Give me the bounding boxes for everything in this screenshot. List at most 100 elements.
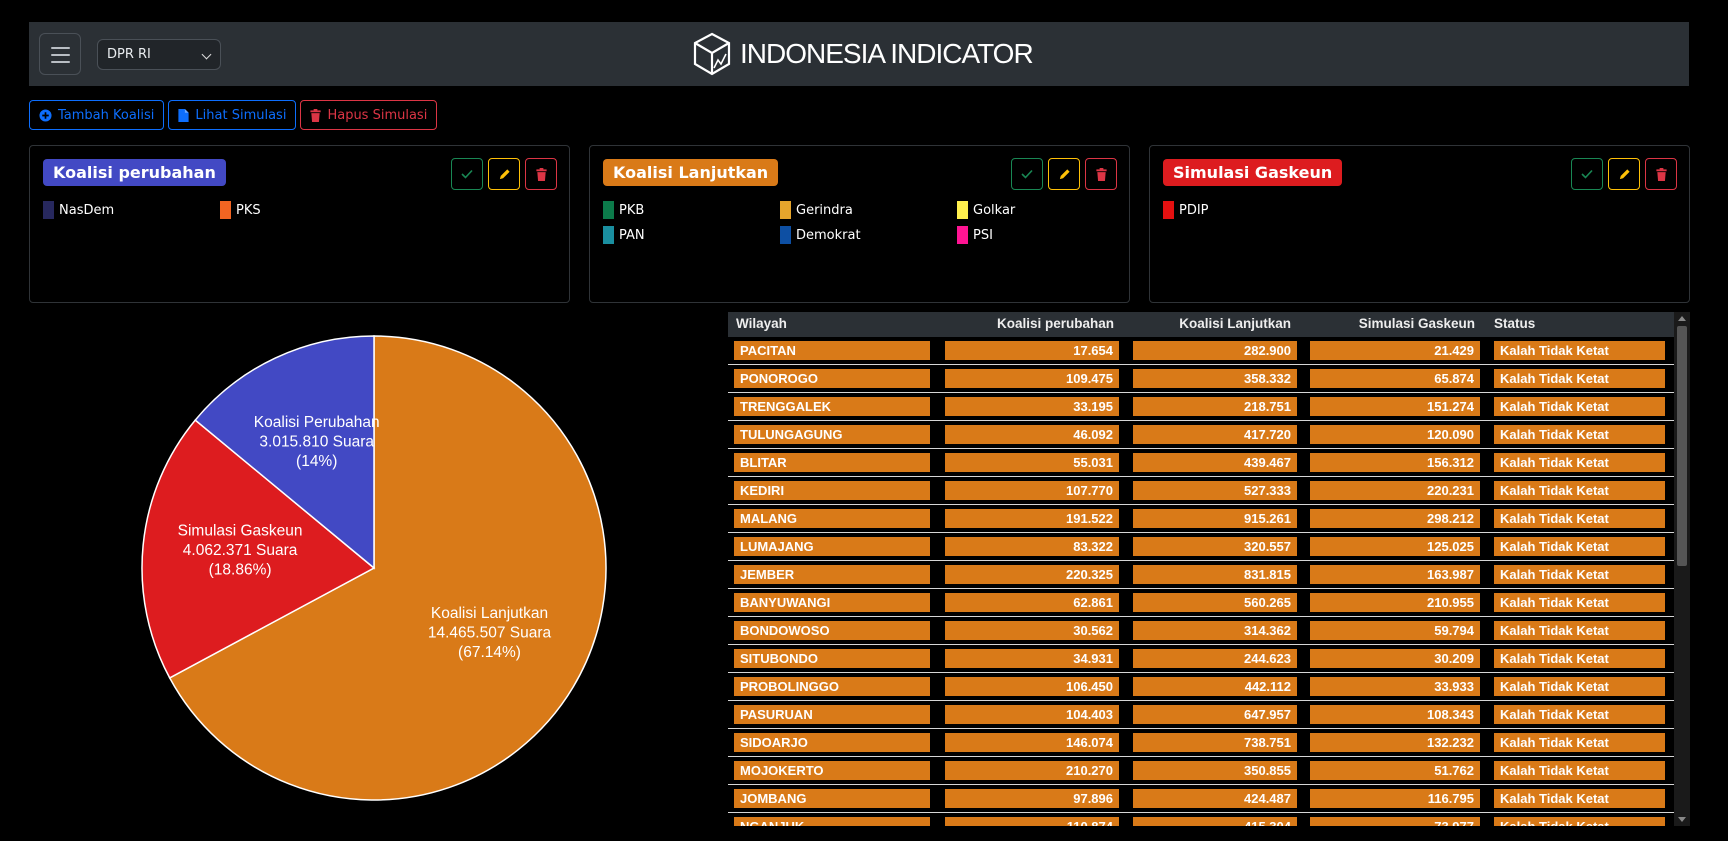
perubahan-votes-cell: 34.931 bbox=[945, 649, 1119, 668]
add-coalition-button[interactable]: Tambah Koalisi bbox=[29, 100, 165, 130]
gaskeun-votes-cell: 132.232 bbox=[1310, 733, 1480, 752]
perubahan-votes-cell: 104.403 bbox=[945, 705, 1119, 724]
party-item: Golkar bbox=[957, 201, 1015, 219]
perubahan-votes-cell: 220.325 bbox=[945, 565, 1119, 584]
party-color-swatch bbox=[43, 201, 54, 219]
lanjutkan-votes-cell: 738.751 bbox=[1133, 733, 1297, 752]
party-item: PKS bbox=[220, 201, 261, 219]
delete-button[interactable] bbox=[1085, 158, 1117, 190]
table-row[interactable]: BONDOWOSO 30.562 314.362 59.794 Kalah Tidak … bbox=[728, 617, 1674, 645]
table-row[interactable]: TULUNGAGUNG 46.092 417.720 120.090 Kalah Tid… bbox=[728, 421, 1674, 449]
confirm-button[interactable] bbox=[1011, 158, 1043, 190]
perubahan-votes-cell: 191.522 bbox=[945, 509, 1119, 528]
status-cell: Kalah Tidak Ketat bbox=[1494, 565, 1665, 584]
delete-button[interactable] bbox=[1645, 158, 1677, 190]
party-name: PKB bbox=[619, 202, 645, 218]
lanjutkan-votes-cell: 915.261 bbox=[1133, 509, 1297, 528]
chamber-select[interactable]: DPR RI bbox=[97, 39, 221, 70]
party-color-swatch bbox=[603, 201, 614, 219]
region-cell: PROBOLINGGO bbox=[734, 677, 930, 696]
pie-label-line: 3.015.810 Suara bbox=[259, 434, 374, 451]
party-color-swatch bbox=[957, 226, 968, 244]
perubahan-votes-cell: 62.861 bbox=[945, 593, 1119, 612]
pie-label-line: Simulasi Gaskeun bbox=[178, 523, 303, 540]
table-row[interactable]: LUMAJANG 83.322 320.557 125.025 Kalah Tidak … bbox=[728, 533, 1674, 561]
table-row[interactable]: BLITAR 55.031 439.467 156.312 Kalah Tidak Ke… bbox=[728, 449, 1674, 477]
table-row[interactable]: SITUBONDO 34.931 244.623 30.209 Kalah Tidak … bbox=[728, 645, 1674, 673]
table-row[interactable]: MALANG 191.522 915.261 298.212 Kalah Tidak K… bbox=[728, 505, 1674, 533]
gaskeun-votes-cell: 120.090 bbox=[1310, 425, 1480, 444]
status-cell: Kalah Tidak Ketat bbox=[1494, 817, 1665, 826]
file-icon bbox=[178, 108, 190, 122]
scroll-down-arrow-icon[interactable] bbox=[1678, 817, 1686, 822]
party-color-swatch bbox=[603, 226, 614, 244]
party-item: Gerindra bbox=[780, 201, 853, 219]
pie-label-line: 14.465.507 Suara bbox=[428, 625, 552, 642]
chamber-select-value: DPR RI bbox=[107, 47, 151, 62]
edit-button[interactable] bbox=[1608, 158, 1640, 190]
delete-simulation-label: Hapus Simulasi bbox=[327, 107, 428, 123]
edit-button[interactable] bbox=[488, 158, 520, 190]
table-scrollbar[interactable] bbox=[1674, 312, 1690, 826]
status-cell: Kalah Tidak Ketat bbox=[1494, 621, 1665, 640]
coalition-name-badge: Simulasi Gaskeun bbox=[1163, 159, 1343, 186]
confirm-button[interactable] bbox=[451, 158, 483, 190]
cube-logo-icon bbox=[693, 32, 731, 76]
edit-button[interactable] bbox=[1048, 158, 1080, 190]
table-row[interactable]: JEMBER 220.325 831.815 163.987 Kalah Tidak K… bbox=[728, 561, 1674, 589]
lanjutkan-votes-cell: 439.467 bbox=[1133, 453, 1297, 472]
party-color-swatch bbox=[957, 201, 968, 219]
table-row[interactable]: TRENGGALEK 33.195 218.751 151.274 Kalah Tida… bbox=[728, 393, 1674, 421]
delete-simulation-button[interactable]: Hapus Simulasi bbox=[300, 100, 438, 130]
perubahan-votes-cell: 110.874 bbox=[945, 817, 1119, 826]
scroll-up-arrow-icon[interactable] bbox=[1678, 316, 1686, 321]
table-row[interactable]: PACITAN 17.654 282.900 21.429 Kalah Tidak Ke… bbox=[728, 337, 1674, 365]
gaskeun-votes-cell: 220.231 bbox=[1310, 481, 1480, 500]
table-row[interactable]: PASURUAN 104.403 647.957 108.343 Kalah Tidak… bbox=[728, 701, 1674, 729]
region-cell: JOMBANG bbox=[734, 789, 930, 808]
table-row[interactable]: BANYUWANGI 62.861 560.265 210.955 Kalah Tida… bbox=[728, 589, 1674, 617]
trash-icon bbox=[1655, 167, 1667, 181]
table-row[interactable]: SIDOARJO 146.074 738.751 132.232 Kalah Tidak… bbox=[728, 729, 1674, 757]
gaskeun-votes-cell: 59.794 bbox=[1310, 621, 1480, 640]
lanjutkan-votes-cell: 358.332 bbox=[1133, 369, 1297, 388]
perubahan-votes-cell: 146.074 bbox=[945, 733, 1119, 752]
party-name: Gerindra bbox=[796, 202, 853, 218]
status-cell: Kalah Tidak Ketat bbox=[1494, 453, 1665, 472]
gaskeun-votes-cell: 125.025 bbox=[1310, 537, 1480, 556]
region-cell: TULUNGAGUNG bbox=[734, 425, 930, 444]
top-navbar: DPR RI INDONESIA INDICATOR bbox=[29, 22, 1689, 86]
coalition-name-badge: Koalisi Lanjutkan bbox=[603, 159, 779, 186]
pie-label-line: (18.86%) bbox=[209, 562, 272, 579]
region-cell: PONOROGO bbox=[734, 369, 930, 388]
party-item: Demokrat bbox=[780, 226, 861, 244]
view-simulation-button[interactable]: Lihat Simulasi bbox=[168, 100, 297, 130]
table-row[interactable]: PROBOLINGGO 106.450 442.112 33.933 Kalah Tid… bbox=[728, 673, 1674, 701]
perubahan-votes-cell: 46.092 bbox=[945, 425, 1119, 444]
simulation-actions: Tambah Koalisi Lihat Simulasi Hapus Simu… bbox=[29, 100, 438, 130]
pie-label-line: (67.14%) bbox=[458, 644, 521, 661]
region-cell: BANYUWANGI bbox=[734, 593, 930, 612]
table-row[interactable]: JOMBANG 97.896 424.487 116.795 Kalah Tidak K… bbox=[728, 785, 1674, 813]
region-cell: MOJOKERTO bbox=[734, 761, 930, 780]
coalition-card-perubahan: Koalisi perubahan NasDem PKS bbox=[29, 145, 570, 303]
party-name: NasDem bbox=[59, 202, 115, 218]
table-row[interactable]: KEDIRI 107.770 527.333 220.231 Kalah Tidak K… bbox=[728, 477, 1674, 505]
lanjutkan-votes-cell: 244.623 bbox=[1133, 649, 1297, 668]
region-cell: BLITAR bbox=[734, 453, 930, 472]
confirm-button[interactable] bbox=[1571, 158, 1603, 190]
table-row[interactable]: MOJOKERTO 210.270 350.855 51.762 Kalah Tidak… bbox=[728, 757, 1674, 785]
lanjutkan-votes-cell: 320.557 bbox=[1133, 537, 1297, 556]
delete-button[interactable] bbox=[525, 158, 557, 190]
table-row[interactable]: PONOROGO 109.475 358.332 65.874 Kalah Tidak … bbox=[728, 365, 1674, 393]
pie-label-line: (14%) bbox=[296, 453, 337, 470]
scrollbar-thumb[interactable] bbox=[1677, 326, 1687, 566]
table-row[interactable]: NGANJUK 110.874 415.304 73.977 Kalah Tidak K… bbox=[728, 813, 1674, 826]
hamburger-menu-button[interactable] bbox=[39, 33, 81, 75]
party-color-swatch bbox=[780, 201, 791, 219]
column-header: Koalisi Lanjutkan bbox=[1179, 316, 1291, 331]
perubahan-votes-cell: 30.562 bbox=[945, 621, 1119, 640]
region-cell: BONDOWOSO bbox=[734, 621, 930, 640]
perubahan-votes-cell: 107.770 bbox=[945, 481, 1119, 500]
lanjutkan-votes-cell: 282.900 bbox=[1133, 341, 1297, 360]
